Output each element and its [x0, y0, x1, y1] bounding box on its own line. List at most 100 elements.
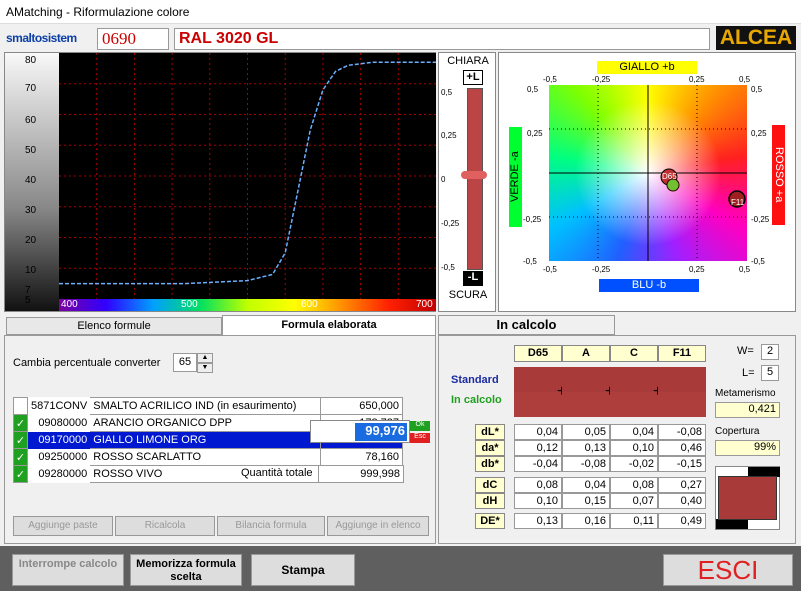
row-check[interactable]: ✓	[13, 414, 28, 432]
incalcolo-swatch	[562, 392, 610, 417]
row-name: ROSSO SCARLATTO	[90, 448, 321, 466]
lightness-marker	[461, 171, 487, 179]
row-check[interactable]: ✓	[13, 431, 28, 449]
lightness-panel: CHIARA +L 0,5 0,25 0 -0,25 -0,5 -L SCURA	[438, 52, 496, 312]
row-name: SMALTO ACRILICO IND (in esaurimento)	[90, 397, 321, 415]
spin-up-button[interactable]: ▲	[197, 353, 213, 363]
total-field: 999,998	[318, 465, 404, 483]
color-code-field[interactable]: 0690	[97, 28, 169, 50]
incalcolo-label: In calcolo	[451, 394, 502, 406]
w-label: W=	[737, 345, 754, 357]
total-label: Quantità totale	[241, 467, 313, 479]
bilancia-formula-button[interactable]: Bilancia formula	[217, 516, 325, 536]
delta-value: 0,12	[514, 440, 562, 456]
delta-value: 0,10	[514, 493, 562, 509]
table-row[interactable]: 5871CONV SMALTO ACRILICO IND (in esaurime…	[13, 397, 404, 415]
delta-value: 0,04	[562, 477, 610, 493]
tick-left-bottom: -0,5	[523, 257, 537, 266]
plus-l-label: +L	[463, 70, 483, 85]
tick-left-top: 0,5	[527, 85, 539, 94]
x-tick-label: 700	[416, 299, 433, 310]
smaltosistem-logo: smaltosistem	[6, 31, 77, 45]
blu-label: BLU -b	[599, 279, 699, 292]
delta-label: db*	[475, 456, 505, 472]
row-code: 09280000	[38, 468, 88, 480]
calc-panel: D65ACF11 Standard In calcolo +++ W= 2 L=…	[438, 335, 796, 544]
lightness-tick: -0,25	[441, 219, 460, 228]
y-tick-label: 10	[25, 265, 37, 276]
row-code: 09250000	[38, 451, 88, 463]
delta-value: 0,07	[610, 493, 658, 509]
rosso-label: ROSSO +a	[772, 125, 785, 225]
spectrum-panel: 80 70 60 50 40 30 20 10 7 5 400 500 600 700	[4, 52, 436, 312]
interrompe-calcolo-button[interactable]: Interrompe calcolo	[12, 554, 124, 586]
row-check[interactable]	[13, 397, 28, 415]
tick-top-neg: -0,25	[592, 75, 611, 84]
spin-down-button[interactable]: ▼	[197, 363, 213, 373]
memorizza-formula-button[interactable]: Memorizza formula scelta	[130, 554, 242, 586]
aggiunge-paste-button[interactable]: Aggiunge paste	[13, 516, 113, 536]
standard-swatch	[610, 367, 658, 392]
delta-value: 0,46	[658, 440, 706, 456]
delta-value: -0,04	[514, 456, 562, 472]
reflectance-curve-chart	[59, 53, 436, 299]
esc-button[interactable]: Esc	[410, 433, 430, 443]
tab-formula-elaborata[interactable]: Formula elaborata	[222, 315, 436, 335]
aggiunge-elenco-button[interactable]: Aggiunge in elenco	[327, 516, 429, 536]
row-name: ARANCIO ORGANICO DPP	[90, 414, 321, 432]
coverage-swatch	[715, 466, 780, 530]
lightness-tick: 0	[441, 175, 446, 184]
window-title: AMatching - Riformulazione colore	[6, 5, 190, 19]
y-tick-label: 30	[25, 205, 37, 216]
lightness-tick: 0,5	[441, 88, 453, 97]
row-qty[interactable]: 78,160	[319, 448, 404, 466]
y-tick-label: 60	[25, 115, 37, 126]
stampa-button[interactable]: Stampa	[251, 554, 355, 586]
tick-right-mid: 0,25	[751, 129, 767, 138]
tick-right-neg: -0,25	[751, 215, 770, 224]
tick-left-neg: -0,25	[523, 215, 542, 224]
y-tick-label: 5	[25, 295, 31, 306]
tick-left-mid: 0,25	[527, 129, 543, 138]
tab-in-calcolo[interactable]: In calcolo	[438, 315, 615, 335]
illuminant-header: A	[562, 345, 610, 362]
row-check[interactable]: ✓	[13, 465, 28, 483]
tick-right-bottom: -0,5	[751, 257, 765, 266]
row-code: 09080000	[38, 417, 88, 429]
converter-input[interactable]: 65	[173, 353, 197, 372]
delta-value: 0,04	[514, 424, 562, 440]
illuminant-header: D65	[514, 345, 562, 362]
table-row[interactable]: ✓ 09250000 ROSSO SCARLATTO 78,160	[13, 448, 404, 466]
row-check[interactable]: ✓	[13, 448, 28, 466]
row-code: 09170000	[38, 434, 88, 446]
esci-button[interactable]: ESCI	[663, 554, 793, 586]
alcea-logo: ALCEA	[716, 26, 796, 50]
scura-label: SCURA	[448, 289, 488, 301]
delta-value: 0,10	[610, 440, 658, 456]
quantity-edit-field[interactable]: 99,976	[355, 423, 407, 441]
delta-value: 0,11	[610, 513, 658, 529]
w-input[interactable]: 2	[761, 344, 779, 360]
tab-elenco-formule[interactable]: Elenco formule	[6, 317, 222, 335]
d65-marker-label: D65	[662, 172, 677, 181]
lightness-tick: 0,25	[441, 131, 457, 140]
delta-value: -0,02	[610, 456, 658, 472]
y-tick-label: 50	[25, 145, 37, 156]
delta-value: 0,08	[514, 477, 562, 493]
x-tick-label: 600	[301, 299, 318, 310]
l-input[interactable]: 5	[761, 365, 779, 381]
metamerismo-value: 0,421	[715, 402, 780, 418]
ok-button[interactable]: Ok	[410, 421, 430, 431]
row-qty[interactable]: 650,000	[319, 397, 404, 415]
standard-swatch	[514, 367, 562, 392]
delta-value: 0,27	[658, 477, 706, 493]
delta-value: -0,08	[658, 424, 706, 440]
edit-popup: 99,976	[310, 420, 410, 443]
lightness-track	[467, 88, 483, 270]
title-bar: AMatching - Riformulazione colore	[0, 0, 801, 24]
incalcolo-swatch	[514, 392, 562, 417]
color-name-field[interactable]: RAL 3020 GL	[174, 28, 710, 50]
delta-label: dC	[475, 477, 505, 493]
ricalcola-button[interactable]: Ricalcola	[115, 516, 215, 536]
y-tick-label: 70	[25, 83, 37, 94]
